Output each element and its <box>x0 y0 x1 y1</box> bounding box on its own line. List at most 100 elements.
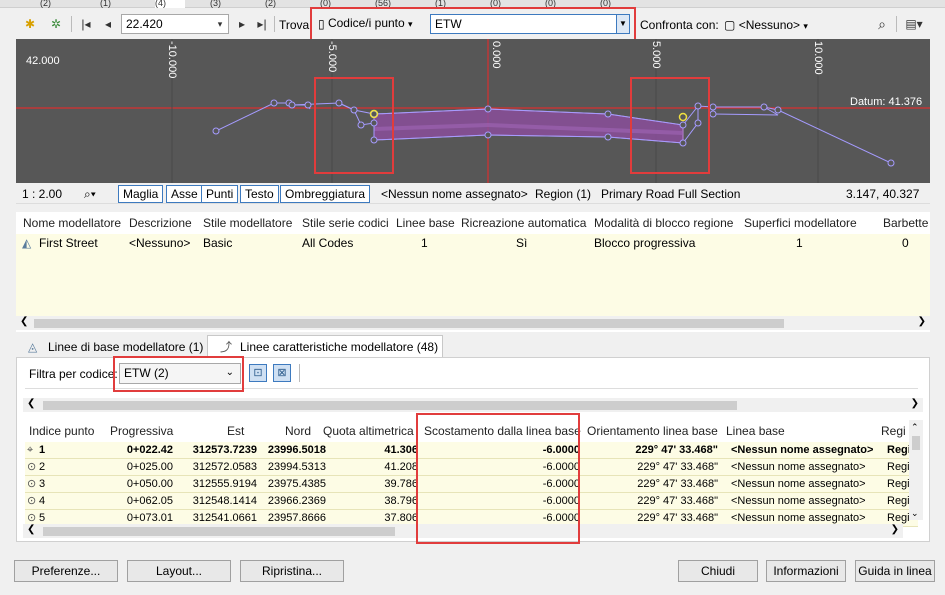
axis-tick: 5.000 <box>650 41 662 69</box>
column-header[interactable]: Quota altimetrica <box>323 420 414 442</box>
scroll-thumb[interactable] <box>912 436 920 450</box>
top-tab[interactable]: (2) <box>40 0 51 8</box>
star-add-icon[interactable]: ✱ <box>20 14 40 34</box>
find-mode-select[interactable]: ▯ Codice/i punto ▾ <box>314 14 424 34</box>
top-tab[interactable]: (0) <box>600 0 611 8</box>
chevron-down-icon: ⌄ <box>225 367 234 378</box>
grid-cell: 312573.7239 <box>192 444 257 456</box>
point-icon: ⊙ <box>27 495 37 507</box>
horizontal-scrollbar[interactable]: ❮ ❯ <box>23 524 903 538</box>
scroll-left-icon[interactable]: ❮ <box>27 524 35 535</box>
find-input[interactable]: ETW <box>430 14 630 34</box>
grid-cell: 23966.2369 <box>267 495 326 507</box>
tab-baselines[interactable]: ◬ Linee di base modellatore (1) <box>16 336 206 358</box>
star-refresh-icon[interactable]: ✲ <box>46 14 66 34</box>
grid-cell: Regi <box>887 478 910 490</box>
filter-label: Filtra per codice: <box>29 367 118 381</box>
layout-menu-icon[interactable]: ▤▾ <box>901 14 927 34</box>
square-icon: ▢ <box>724 18 736 32</box>
table-row[interactable]: ◭ First Street <Nessuno> Basic All Codes… <box>16 234 930 252</box>
column-header[interactable]: Ricreazione automatica <box>461 212 586 234</box>
scroll-up-icon[interactable]: ⌃ <box>911 422 919 433</box>
grid-cell: 229° 47' 33.468" <box>637 461 718 473</box>
next-station-icon[interactable]: ▸ <box>232 14 252 34</box>
top-tab[interactable]: (56) <box>375 0 391 8</box>
horizontal-scrollbar[interactable]: ❮ ❯ <box>16 316 930 330</box>
grid-cell: -6.0000 <box>542 444 580 456</box>
table-row[interactable]: ⊙ 4 0+062.05 312548.1414 23966.2369 38.796 -6.… <box>25 493 918 510</box>
column-header[interactable]: Linee base <box>396 212 455 234</box>
zoom-to-icon[interactable]: ⊡ <box>249 364 267 382</box>
column-header[interactable]: Stile serie codici <box>302 212 389 234</box>
layout-button[interactable]: Layout... <box>127 560 231 582</box>
zoom-menu-icon[interactable]: ⌕▾ <box>84 187 96 202</box>
preferences-button[interactable]: Preferenze... <box>14 560 118 582</box>
top-tab[interactable]: (1) <box>100 0 111 8</box>
top-tab[interactable]: (0) <box>490 0 501 8</box>
compare-select[interactable]: ▢ <Nessuno> ▾ <box>724 18 808 32</box>
column-header[interactable]: Linea base <box>726 420 785 442</box>
scroll-right-icon[interactable]: ❯ <box>911 398 919 409</box>
last-station-icon[interactable]: ▸| <box>252 14 272 34</box>
zoom-search-icon[interactable]: ⌕ <box>872 14 892 34</box>
column-header[interactable]: Superfici modellatore <box>744 212 857 234</box>
column-header[interactable]: Descrizione <box>129 212 192 234</box>
scroll-down-icon[interactable]: ⌄ <box>911 508 919 519</box>
column-header[interactable]: Indice punto <box>29 420 94 442</box>
filter-select[interactable]: ETW (2) ⌄ <box>119 363 241 384</box>
station-dropdown-icon[interactable]: ▾ <box>210 14 230 34</box>
mesh-button[interactable]: Maglia <box>118 185 164 203</box>
column-header[interactable]: Regi <box>881 420 906 442</box>
grid-cell: Regi <box>887 444 911 456</box>
column-header[interactable]: Orientamento linea base <box>587 420 718 442</box>
table-row[interactable]: ⌖ 1 0+022.42 312573.7239 23996.5018 41.306 -6.… <box>25 442 918 459</box>
axis-button[interactable]: Asse <box>166 185 203 203</box>
column-header[interactable]: Modalità di blocco regione <box>594 212 733 234</box>
prev-station-icon[interactable]: ◂ <box>98 14 118 34</box>
info-button[interactable]: Informazioni <box>766 560 846 582</box>
table-row[interactable]: ⊙ 2 0+025.00 312572.0583 23994.5313 41.208 -6.… <box>25 459 918 476</box>
scroll-left-icon[interactable]: ❮ <box>20 316 28 327</box>
column-header[interactable]: Barbette <box>883 212 928 234</box>
scroll-thumb[interactable] <box>43 401 737 410</box>
grid-cell: Blocco progressiva <box>594 236 696 250</box>
points-button[interactable]: Punti <box>201 185 239 203</box>
column-header[interactable]: Stile modellatore <box>203 212 292 234</box>
scale-value[interactable]: 1 : 2.00 <box>22 187 62 201</box>
column-header[interactable]: Est <box>227 420 244 442</box>
vertical-scrollbar[interactable]: ⌃ ⌄ <box>909 420 923 520</box>
close-button[interactable]: Chiudi <box>678 560 758 582</box>
horizontal-scrollbar[interactable]: ❮ ❯ <box>23 398 923 412</box>
scroll-thumb[interactable] <box>43 527 395 536</box>
tab-feature-lines[interactable]: ⤴ Linee caratteristiche modellatore (48) <box>207 335 443 358</box>
scroll-right-icon[interactable]: ❯ <box>918 316 926 327</box>
column-header[interactable]: Nord <box>285 420 311 442</box>
column-header[interactable]: Scostamento dalla linea base <box>424 420 581 442</box>
pan-to-icon[interactable]: ⊠ <box>273 364 291 382</box>
text-button[interactable]: Testo <box>240 185 279 203</box>
help-button[interactable]: Guida in linea <box>855 560 935 582</box>
first-station-icon[interactable]: |◂ <box>76 14 96 34</box>
assembly-label: Primary Road Full Section <box>601 187 741 201</box>
top-tab[interactable]: (1) <box>435 0 446 8</box>
grid-cell: <Nessun nome assegnato> <box>731 444 874 456</box>
top-tab[interactable]: (0) <box>320 0 331 8</box>
scroll-thumb[interactable] <box>34 319 784 328</box>
section-viewer[interactable]: 42.000 Datum: 41.376 -10.000 -5.000 0.00… <box>16 39 930 183</box>
top-tab[interactable]: (2) <box>265 0 276 8</box>
column-header[interactable]: Nome modellatore <box>23 212 121 234</box>
scroll-right-icon[interactable]: ❯ <box>891 524 899 535</box>
restore-button[interactable]: Ripristina... <box>240 560 344 582</box>
scroll-left-icon[interactable]: ❮ <box>27 398 35 409</box>
crosshair-icon: ⌖ <box>27 444 34 456</box>
top-tab[interactable]: (3) <box>210 0 221 8</box>
top-tab[interactable]: (4) <box>155 0 185 8</box>
column-header[interactable]: Progressiva <box>110 420 173 442</box>
find-dropdown-icon[interactable]: ▼ <box>616 15 629 33</box>
table-row[interactable]: ⊙ 3 0+050.00 312555.9194 23975.4385 39.786 -6.… <box>25 476 918 493</box>
grid-cell: <Nessuno> <box>129 236 191 250</box>
axis-tick: -5.000 <box>326 41 338 73</box>
shading-button[interactable]: Ombreggiatura <box>280 185 371 203</box>
filter-value: ETW (2) <box>124 366 169 380</box>
top-tab[interactable]: (0) <box>545 0 556 8</box>
